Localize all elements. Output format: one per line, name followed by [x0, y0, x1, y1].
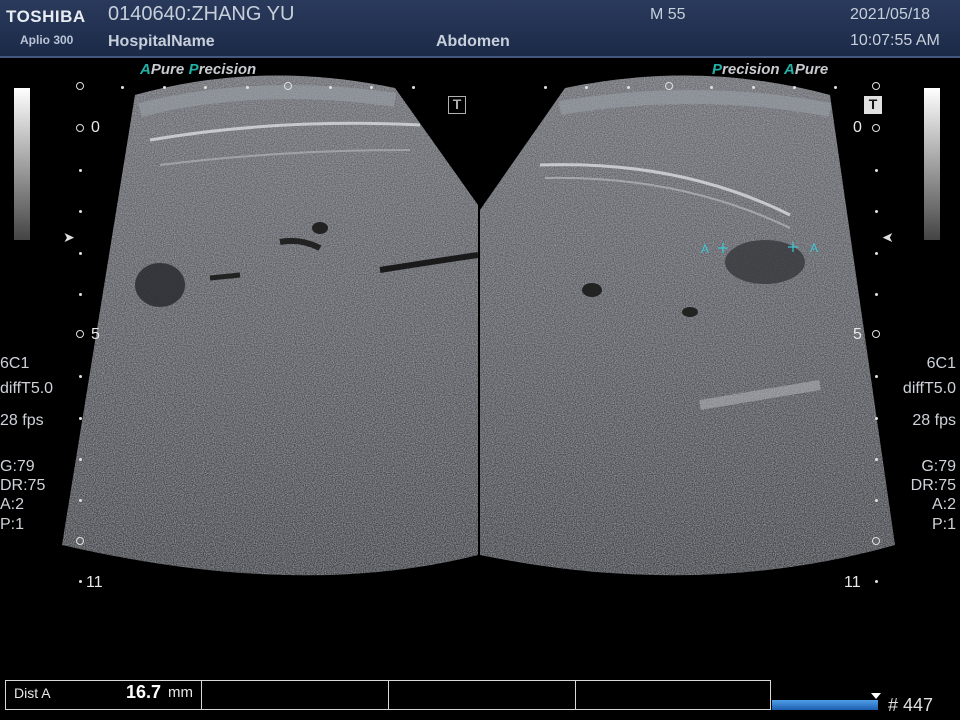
- cine-progress-bar[interactable]: [772, 700, 878, 710]
- logo-precision-apure-right: Precision APure: [712, 61, 829, 78]
- mode-right: diffT5.0: [902, 380, 956, 397]
- right-ultrasound-sector: [480, 75, 895, 576]
- probe-left: 6C1: [0, 355, 30, 372]
- focus-marker-left-icon: ➤: [63, 229, 75, 245]
- p-right: P:1: [931, 516, 956, 533]
- depth-label-mid-right: 5: [853, 326, 862, 343]
- p-left: P:1: [0, 516, 25, 533]
- probe-right: 6C1: [926, 355, 956, 372]
- depth-label-top-right: 0: [853, 119, 862, 136]
- logo-apure-precision-left: APure Precision: [140, 61, 257, 78]
- measurement-cell-empty[interactable]: [389, 681, 576, 709]
- depth-label-bottom-left: 11: [86, 574, 103, 591]
- measurement-value: 16.7: [126, 682, 162, 702]
- a-left: A:2: [0, 496, 25, 513]
- a-right: A:2: [931, 496, 956, 513]
- caliper-start-label: A: [701, 242, 710, 256]
- grayscale-bar-right: [924, 88, 940, 240]
- depth-label-mid-left: 5: [91, 326, 100, 343]
- gain-left: G:79: [0, 458, 35, 475]
- depth-label-bottom-right: 11: [844, 574, 861, 591]
- cine-position-marker-icon[interactable]: [871, 693, 881, 699]
- ultrasound-dual-image[interactable]: [0, 0, 960, 720]
- caliper-end-label: A: [810, 241, 819, 255]
- frame-count: # 447: [888, 695, 934, 715]
- measurement-unit: mm: [168, 684, 193, 701]
- mode-left: diffT5.0: [0, 380, 54, 397]
- measurement-table: Dist A 16.7 mm: [5, 680, 771, 710]
- depth-label-top-left: 0: [91, 119, 100, 136]
- focus-marker-right-icon: ➤: [882, 229, 894, 245]
- dr-left: DR:75: [0, 477, 46, 494]
- left-ultrasound-sector: [62, 75, 478, 576]
- t-orientation-icon-left[interactable]: T: [448, 96, 466, 114]
- dr-right: DR:75: [910, 477, 956, 494]
- measurement-cell-empty[interactable]: [576, 681, 770, 709]
- fps-left: 28 fps: [0, 412, 44, 429]
- t-orientation-icon-right[interactable]: T: [864, 96, 882, 114]
- grayscale-bar-left: [14, 88, 30, 240]
- measurement-label: Dist A: [14, 685, 51, 701]
- gain-right: G:79: [921, 458, 956, 475]
- measurement-cell-empty[interactable]: [202, 681, 389, 709]
- measurement-cell-dist-a[interactable]: Dist A 16.7 mm: [6, 681, 202, 709]
- fps-right: 28 fps: [912, 412, 956, 429]
